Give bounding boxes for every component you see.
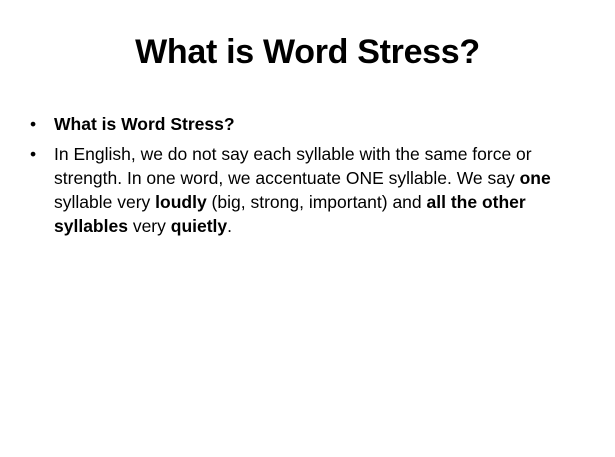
bold-text: loudly xyxy=(155,192,207,212)
bold-text: one xyxy=(519,168,551,188)
bullet-dot-icon: • xyxy=(30,114,37,134)
bullet-item: • What is Word Stress? xyxy=(30,112,585,136)
text-run: In English, we do not say each syllable … xyxy=(54,144,532,188)
text-run: . xyxy=(227,216,233,236)
bullet-list: • What is Word Stress? • In English, we … xyxy=(30,112,585,244)
text-run: syllable very xyxy=(54,192,156,212)
bullet-item: • In English, we do not say each syllabl… xyxy=(30,142,585,238)
bold-text: What is Word Stress? xyxy=(54,114,235,134)
bullet-text: What is Word Stress? xyxy=(54,114,235,134)
bullet-dot-icon: • xyxy=(30,144,37,164)
text-run: (big, strong, important) and xyxy=(206,192,427,212)
slide-title: What is Word Stress? xyxy=(135,33,480,71)
slide: What is Word Stress? • What is Word Stre… xyxy=(0,0,615,457)
bold-text: quietly xyxy=(170,216,228,236)
text-run: very xyxy=(127,216,171,236)
bullet-text: In English, we do not say each syllable … xyxy=(54,144,551,236)
